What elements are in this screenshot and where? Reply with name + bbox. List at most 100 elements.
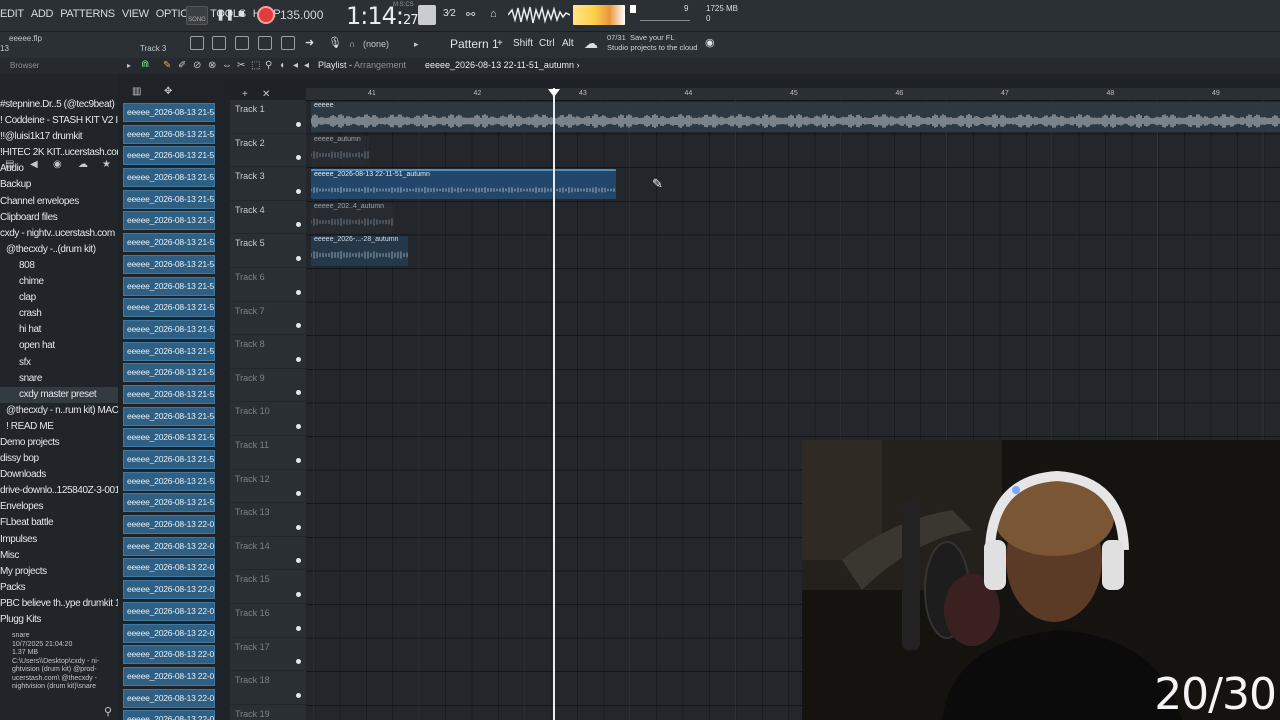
magnet-icon[interactable]: ∩ (349, 39, 355, 49)
audio-clip-item[interactable]: eeeee_2026-08-13 21-5.. (123, 189, 215, 209)
audio-clip-item[interactable]: eeeee_2026-08-13 21-5.. (123, 124, 215, 144)
speaker-icon[interactable]: ◂ (293, 60, 298, 71)
browser-item[interactable]: cxdy - nightv..ucerstash.com (0, 226, 118, 242)
snap-arrow-icon[interactable]: ▸ (414, 39, 419, 50)
track-header[interactable]: Track 7 (230, 302, 306, 336)
song-time-display[interactable]: 1:14:27 (346, 2, 419, 30)
slip-tool-icon[interactable]: ⇔ (222, 60, 232, 71)
track-mute-led[interactable] (296, 625, 301, 631)
plugin-picker-icon[interactable] (281, 36, 295, 50)
track-header[interactable]: Track 3 (230, 167, 306, 201)
browser-item[interactable]: Misc (0, 548, 118, 564)
audio-clip-item[interactable]: eeeee_2026-08-13 22-0.. (123, 580, 215, 600)
browser-item[interactable]: Clipboard files (0, 210, 118, 226)
browser-item[interactable]: clap (0, 290, 118, 306)
audio-clip-item[interactable]: eeeee_2026-08-13 22-0.. (123, 645, 215, 665)
audio-clip-item[interactable]: eeeee_2026-08-13 22-0.. (123, 536, 215, 556)
browser-search-icon[interactable]: ⚲ (104, 705, 112, 718)
track-header[interactable]: Track 10 (230, 402, 306, 436)
mute-tool-icon[interactable]: ⊗ (208, 60, 216, 71)
menu-patterns[interactable]: PATTERNS (60, 8, 115, 20)
browser-item[interactable]: crash (0, 306, 118, 322)
clip-grid-icon[interactable]: ▥ (132, 86, 141, 97)
track-header[interactable]: Track 9 (230, 369, 306, 403)
track-mute-led[interactable] (296, 659, 301, 665)
draw-tool-icon[interactable]: ✎ (163, 60, 171, 71)
browser-item[interactable]: Impulses (0, 532, 118, 548)
track-header[interactable]: Track 16 (230, 604, 306, 638)
track-mute-led[interactable] (296, 155, 301, 161)
record-button[interactable] (257, 6, 275, 24)
menu-add[interactable]: ADD (31, 8, 54, 20)
blend-notes-icon[interactable]: ⚯ (466, 8, 475, 21)
browser-item[interactable]: hi hat (0, 322, 118, 338)
track-mute-led[interactable] (296, 222, 301, 228)
audio-clip-item[interactable]: eeeee_2026-08-13 21-5.. (123, 428, 215, 448)
track-header[interactable]: Track 13 (230, 503, 306, 537)
track-header[interactable]: Track 19 (230, 705, 306, 720)
clip-move-icon[interactable]: ✥ (164, 86, 172, 97)
select-tool-icon[interactable]: ⬚ (251, 60, 260, 71)
browser-item[interactable]: #stepnine.Dr..5 (@tec9beat) (0, 97, 118, 113)
playlist-arrangement-name[interactable]: eeeee_2026-08-13 22-11-51_autumn › (425, 60, 579, 70)
track-header[interactable]: Track 18 (230, 671, 306, 705)
track-header[interactable]: Track 17 (230, 638, 306, 672)
track-header[interactable]: Track 6 (230, 268, 306, 302)
browser-item[interactable]: Audio (0, 161, 118, 177)
audio-clip-item[interactable]: eeeee_2026-08-13 22-0.. (123, 601, 215, 621)
playlist-arrow-icon[interactable]: ◂ (304, 60, 309, 71)
timeline-ruler[interactable]: 41 42 43 44 45 46 47 48 49 (306, 88, 1280, 100)
audio-clip-item[interactable]: eeeee_2026-08-13 21-5.. (123, 233, 215, 253)
track-mute-led[interactable] (296, 692, 301, 698)
audio-clip-item[interactable]: eeeee_2026-08-13 22-0.. (123, 558, 215, 578)
playlist-menu-arrow-icon[interactable]: ▸ (127, 61, 131, 70)
browser-item[interactable]: Downloads (0, 467, 118, 483)
track-header[interactable]: Track 14 (230, 537, 306, 571)
track-mute-led[interactable] (296, 255, 301, 261)
browser-item[interactable]: !HITEC 2K KIT..ucerstash.com (0, 145, 118, 161)
metronome-icon[interactable]: ⌂ (490, 8, 497, 20)
playlist-audio-clip[interactable]: eeeee_2026-...-28_autumn (311, 236, 408, 267)
track-mute-led[interactable] (296, 457, 301, 463)
add-pattern-icon[interactable]: + (497, 38, 503, 49)
browser-item[interactable]: Packs (0, 580, 118, 596)
browser-item[interactable]: Backup (0, 177, 118, 193)
playlist-audio-clip[interactable]: eeeee (311, 102, 1280, 132)
browser-item[interactable]: snare (0, 371, 118, 387)
browser-item[interactable]: Envelopes (0, 499, 118, 515)
browser-item[interactable]: ! Coddeine - STASH KIT V2 I (0, 113, 118, 129)
track-mute-led[interactable] (296, 356, 301, 362)
cloud-save-hint[interactable]: 07/31 Save your FL Studio projects to th… (607, 33, 697, 53)
zoom-tool-icon[interactable]: ⚲ (265, 60, 272, 71)
track-header[interactable]: Track 5 (230, 234, 306, 268)
audio-clip-item[interactable]: eeeee_2026-08-13 22-0.. (123, 710, 215, 720)
audio-clip-item[interactable]: eeeee_2026-08-13 22-0.. (123, 515, 215, 535)
menu-edit[interactable]: EDIT (0, 8, 24, 20)
arrow-right-icon[interactable]: ➜ (305, 36, 314, 49)
track-header[interactable]: Track 4 (230, 201, 306, 235)
close-track-icon[interactable]: ✕ (262, 89, 270, 100)
delete-tool-icon[interactable]: ⊘ (193, 60, 201, 71)
playlist-icon[interactable] (190, 36, 204, 50)
track-mute-led[interactable] (296, 491, 301, 497)
browser-item[interactable]: My projects (0, 564, 118, 580)
audio-clip-item[interactable]: eeeee_2026-08-13 21-5.. (123, 450, 215, 469)
browser-item[interactable]: @thecxdy -..(drum kit) (0, 242, 118, 258)
playhead-line[interactable] (553, 88, 555, 720)
browser-item[interactable]: open hat (0, 338, 118, 354)
audio-clip-item[interactable]: eeeee_2026-08-13 21-5.. (123, 493, 215, 513)
piano-roll-icon[interactable] (212, 36, 226, 50)
cloud-icon[interactable]: ☁ (584, 35, 598, 52)
track-header[interactable]: Track 2 (230, 134, 306, 168)
track-mute-led[interactable] (296, 524, 301, 530)
audio-clip-item[interactable]: eeeee_2026-08-13 21-5.. (123, 298, 215, 318)
track-header[interactable]: Track 1 (230, 100, 306, 134)
step-edit-icon[interactable]: 3⁄2 (443, 8, 456, 19)
tempo-display[interactable]: 135.000 (280, 8, 323, 22)
browser-item[interactable]: chime (0, 274, 118, 290)
snap-selector[interactable]: (none) (363, 39, 389, 49)
paint-tool-icon[interactable]: ✐ (178, 60, 186, 71)
track-header[interactable]: Track 8 (230, 335, 306, 369)
playback-tool-icon[interactable]: ◖ (279, 60, 285, 71)
playlist-audio-clip[interactable]: eeeee_2026-08-13 22-11-51_autumn (311, 169, 616, 200)
